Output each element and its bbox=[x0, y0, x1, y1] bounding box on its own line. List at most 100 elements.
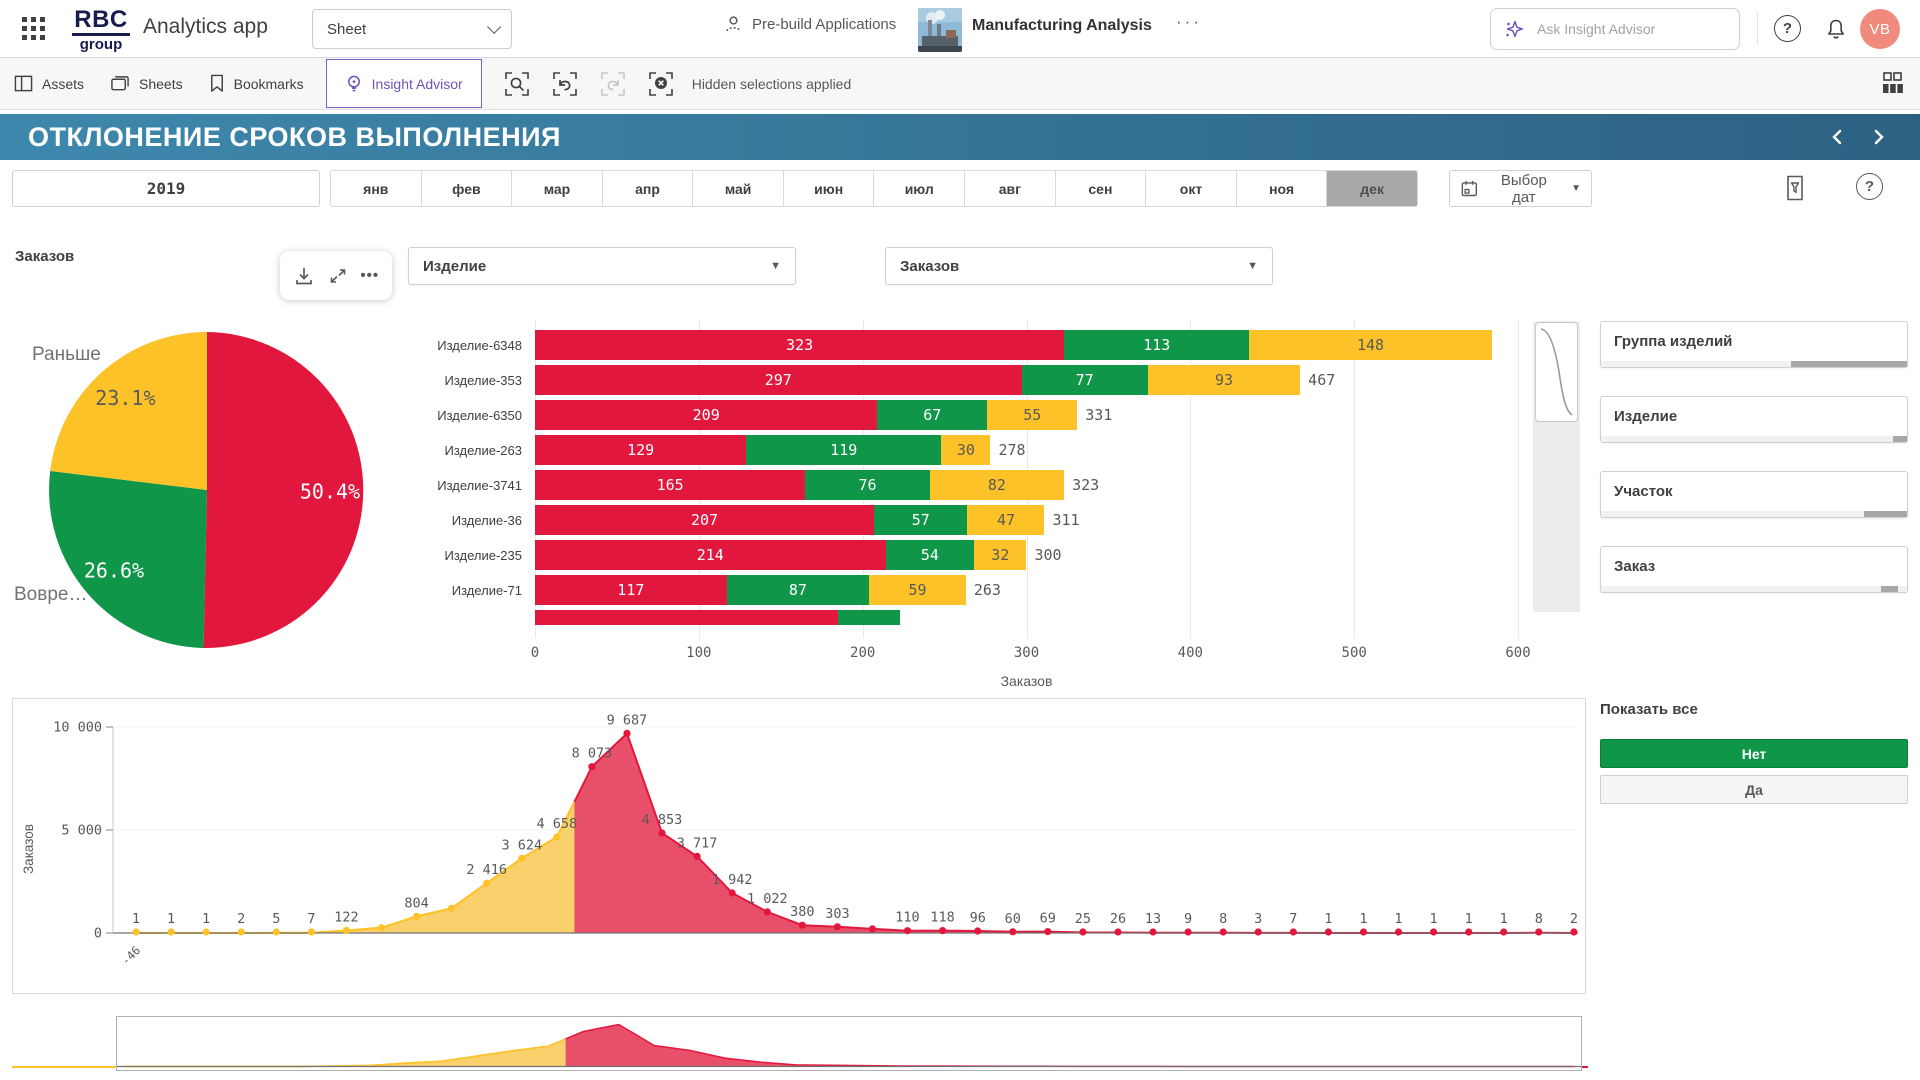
month-button-сен[interactable]: сен bbox=[1056, 170, 1147, 207]
app-launcher-icon[interactable] bbox=[22, 17, 45, 40]
filter-box-4[interactable]: Заказ bbox=[1600, 546, 1908, 593]
month-button-фев[interactable]: фев bbox=[422, 170, 513, 207]
area-data-point bbox=[413, 913, 420, 920]
minimap-thumb[interactable] bbox=[1535, 322, 1578, 422]
bar-segment-yellow[interactable]: 32 bbox=[974, 540, 1026, 570]
app-thumbnail[interactable] bbox=[918, 8, 962, 52]
bar-segment-red[interactable]: 323 bbox=[535, 330, 1064, 360]
sheet-layout-icon[interactable] bbox=[1880, 70, 1906, 96]
month-button-июл[interactable]: июл bbox=[874, 170, 965, 207]
factory-image bbox=[918, 8, 962, 52]
more-options-icon[interactable]: ··· bbox=[1176, 12, 1202, 32]
bar-segment-red[interactable]: 165 bbox=[535, 470, 805, 500]
area-data-point bbox=[273, 928, 280, 935]
bar-segment-green[interactable]: 87 bbox=[727, 575, 870, 605]
bar-segment-yellow[interactable]: 30 bbox=[941, 435, 990, 465]
bar-segment-yellow[interactable]: 148 bbox=[1249, 330, 1492, 360]
undo-selection-icon[interactable] bbox=[552, 71, 578, 97]
orders-pie-chart[interactable]: 50.4%26.6%23.1% bbox=[37, 320, 377, 660]
distribution-overview-panel[interactable] bbox=[116, 1016, 1582, 1071]
sheet-help-icon[interactable]: ? bbox=[1856, 173, 1883, 200]
month-button-июн[interactable]: июн bbox=[784, 170, 875, 207]
pie-value-label: 50.4% bbox=[300, 479, 360, 503]
bar-segment-green[interactable]: 67 bbox=[877, 400, 987, 430]
bar-segment-red[interactable] bbox=[535, 610, 838, 625]
prebuild-applications-link[interactable]: Pre-build Applications bbox=[724, 15, 896, 34]
distribution-overview-chart[interactable] bbox=[117, 1017, 1581, 1070]
scrollbar-thumb[interactable] bbox=[1893, 436, 1907, 442]
filter-box-1[interactable]: Группа изделий bbox=[1600, 321, 1908, 368]
bar-segment-yellow[interactable]: 82 bbox=[930, 470, 1064, 500]
month-button-авг[interactable]: авг bbox=[965, 170, 1056, 207]
bar-segment-red[interactable]: 297 bbox=[535, 365, 1022, 395]
bar-segment-green[interactable]: 119 bbox=[746, 435, 941, 465]
bar-segment-green[interactable]: 54 bbox=[886, 540, 975, 570]
orders-by-product-bar-chart[interactable]: Изделие-6348323113148Изделие-35329777934… bbox=[420, 315, 1530, 695]
bar-row bbox=[420, 610, 1530, 625]
bar-segment-yellow[interactable]: 47 bbox=[967, 505, 1044, 535]
help-icon[interactable]: ? bbox=[1774, 15, 1801, 42]
bar-segment-green[interactable] bbox=[838, 610, 900, 625]
area-value-label: 303 bbox=[825, 906, 849, 922]
user-avatar[interactable]: VB bbox=[1860, 9, 1900, 49]
bar-segment-red[interactable]: 209 bbox=[535, 400, 877, 430]
year-filter[interactable]: 2019 bbox=[12, 170, 320, 207]
next-sheet-icon[interactable] bbox=[1872, 127, 1892, 147]
scrollbar-thumb[interactable] bbox=[1881, 586, 1898, 592]
area-data-point bbox=[553, 833, 560, 840]
insight-advisor-button[interactable]: Insight Advisor bbox=[326, 59, 482, 108]
scrollbar-thumb[interactable] bbox=[1864, 511, 1907, 517]
deviation-distribution-area-chart[interactable]: 05 00010 000Заказов1112571228042 4163 62… bbox=[13, 699, 1585, 993]
bar-segment-yellow[interactable]: 55 bbox=[987, 400, 1077, 430]
month-button-янв[interactable]: янв bbox=[330, 170, 422, 207]
bar-segment-red[interactable]: 117 bbox=[535, 575, 727, 605]
search-input[interactable] bbox=[1535, 20, 1709, 38]
bookmarks-button[interactable]: Bookmarks bbox=[209, 58, 304, 109]
measure-dropdown[interactable]: Заказов ▼ bbox=[885, 247, 1273, 285]
filter-box-scrollbar[interactable] bbox=[1601, 436, 1907, 442]
chart-more-options-icon[interactable]: ••• bbox=[360, 267, 379, 284]
date-picker-button[interactable]: Выбор дат ▼ bbox=[1449, 170, 1592, 207]
calendar-icon bbox=[1460, 179, 1479, 198]
clear-selections-icon[interactable] bbox=[648, 71, 674, 97]
scrollbar-thumb[interactable] bbox=[1791, 361, 1907, 367]
area-value-label: 8 bbox=[1535, 911, 1543, 927]
sheet-selector[interactable]: Sheet bbox=[312, 9, 512, 49]
bar-segment-red[interactable]: 207 bbox=[535, 505, 874, 535]
insight-advisor-search[interactable] bbox=[1490, 8, 1740, 50]
assets-button[interactable]: Assets bbox=[14, 58, 84, 109]
filter-box-scrollbar[interactable] bbox=[1601, 361, 1907, 367]
bar-segment-green[interactable]: 57 bbox=[874, 505, 967, 535]
show-all-option-Да[interactable]: Да bbox=[1600, 775, 1908, 804]
sheets-button[interactable]: Sheets bbox=[110, 58, 183, 109]
filter-box-3[interactable]: Участок bbox=[1600, 471, 1908, 518]
month-button-апр[interactable]: апр bbox=[603, 170, 694, 207]
month-button-окт[interactable]: окт bbox=[1146, 170, 1237, 207]
bar-segment-green[interactable]: 76 bbox=[805, 470, 930, 500]
month-button-мар[interactable]: мар bbox=[512, 170, 603, 207]
dimension-dropdown[interactable]: Изделие ▼ bbox=[408, 247, 796, 285]
month-button-май[interactable]: май bbox=[693, 170, 784, 207]
smart-search-selections-icon[interactable] bbox=[504, 71, 530, 97]
filter-box-2[interactable]: Изделие bbox=[1600, 396, 1908, 443]
download-icon[interactable] bbox=[293, 265, 315, 287]
bar-segment-red[interactable]: 214 bbox=[535, 540, 886, 570]
area-fill-late bbox=[566, 1025, 1575, 1067]
filter-box-scrollbar[interactable] bbox=[1601, 511, 1907, 517]
month-button-дек[interactable]: дек bbox=[1327, 170, 1418, 207]
notifications-bell-icon[interactable] bbox=[1824, 15, 1851, 42]
fullscreen-expand-icon[interactable] bbox=[328, 266, 348, 286]
show-all-option-Нет[interactable]: Нет bbox=[1600, 739, 1908, 768]
bar-segment-red[interactable]: 129 bbox=[535, 435, 746, 465]
area-data-point bbox=[939, 927, 946, 934]
month-button-ноя[interactable]: ноя bbox=[1237, 170, 1328, 207]
bar-segment-yellow[interactable]: 59 bbox=[869, 575, 966, 605]
previous-sheet-icon[interactable] bbox=[1830, 127, 1850, 147]
bar-chart-scroll-minimap[interactable] bbox=[1533, 321, 1580, 612]
bar-segment-green[interactable]: 77 bbox=[1022, 365, 1148, 395]
bar-segment-yellow[interactable]: 93 bbox=[1148, 365, 1300, 395]
filter-box-scrollbar[interactable] bbox=[1601, 586, 1907, 592]
bar-total-label: 467 bbox=[1308, 371, 1335, 389]
bar-segment-green[interactable]: 113 bbox=[1064, 330, 1249, 360]
selections-tool-icon[interactable] bbox=[1782, 174, 1808, 202]
